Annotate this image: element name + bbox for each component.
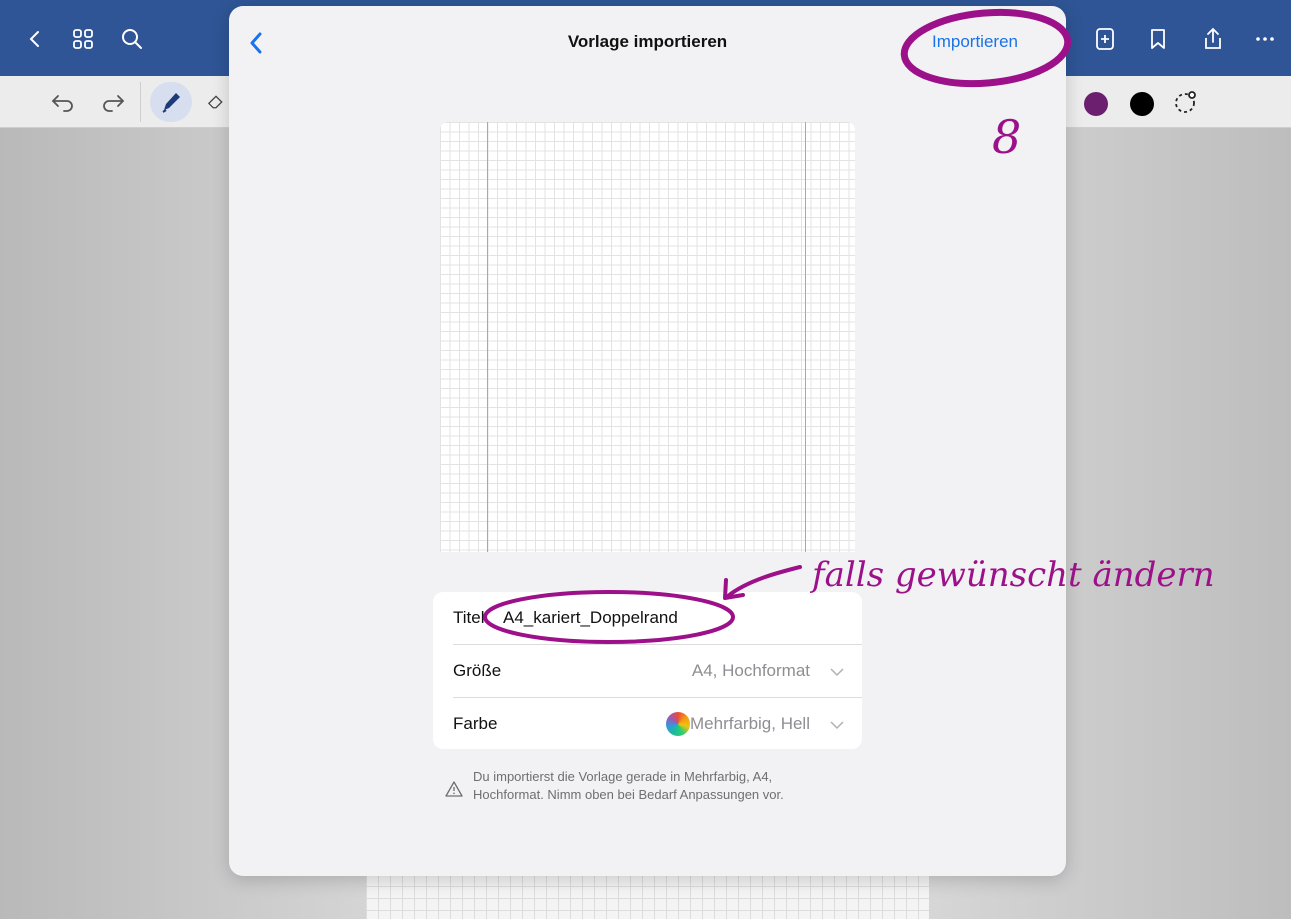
- more-icon[interactable]: [1252, 26, 1278, 52]
- template-preview: [440, 122, 855, 552]
- undo-icon[interactable]: [48, 88, 76, 116]
- pen-icon: [162, 93, 180, 113]
- title-field[interactable]: A4_kariert_Doppelrand: [503, 608, 678, 628]
- share-icon[interactable]: [1200, 26, 1226, 52]
- warning-icon: [445, 781, 463, 797]
- right-margin-line: [805, 122, 806, 552]
- color-value: Mehrfarbig, Hell: [690, 714, 810, 733]
- lasso-icon[interactable]: [1172, 88, 1200, 116]
- left-margin-line: [487, 122, 488, 552]
- redo-icon[interactable]: [100, 88, 128, 116]
- template-settings-list: Titel A4_kariert_Doppelrand Größe A4, Ho…: [433, 592, 862, 749]
- pen-color-purple[interactable]: [1084, 92, 1108, 116]
- pen-color-black[interactable]: [1130, 92, 1154, 116]
- bookmark-icon[interactable]: [1145, 26, 1171, 52]
- add-page-icon[interactable]: [1092, 26, 1118, 52]
- size-value: A4, Hochformat: [691, 661, 810, 680]
- size-row[interactable]: Größe A4, Hochformat: [433, 645, 862, 697]
- pen-tool-button[interactable]: [150, 82, 192, 122]
- title-row[interactable]: Titel A4_kariert_Doppelrand: [433, 592, 862, 644]
- eraser-icon[interactable]: [206, 88, 226, 116]
- toolbar-divider: [140, 82, 141, 122]
- title-label: Titel: [453, 608, 485, 627]
- notice-line: Du importierst die Vorlage gerade in Meh…: [473, 769, 773, 784]
- import-button[interactable]: Importieren: [932, 32, 1018, 52]
- search-icon[interactable]: [119, 26, 145, 52]
- grid-icon[interactable]: [70, 26, 96, 52]
- chevron-down-icon: [830, 668, 844, 677]
- notice-line: Hochformat. Nimm oben bei Bedarf Anpassu…: [473, 787, 784, 802]
- color-wheel-icon: [666, 712, 690, 736]
- color-label: Farbe: [453, 714, 498, 733]
- import-template-dialog: < Vorlage importieren Importieren Titel …: [229, 6, 1066, 876]
- chevron-down-icon: [830, 721, 844, 730]
- size-label: Größe: [453, 661, 502, 680]
- color-row[interactable]: Farbe Mehrfarbig, Hell: [433, 698, 862, 750]
- notice-text: Du importierst die Vorlage gerade in Meh…: [473, 768, 873, 804]
- chevron-left-icon[interactable]: [22, 26, 48, 52]
